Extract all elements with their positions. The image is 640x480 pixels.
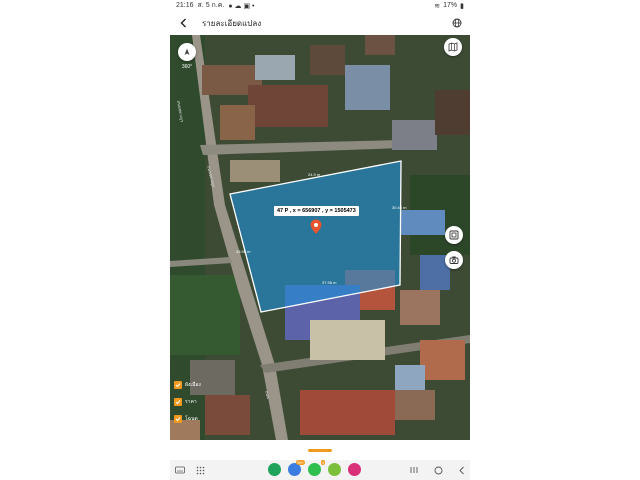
status-bar: 21:16 ส. 5 ก.ค. ● ☁ ▣ • ≋ 17% ▮ — [170, 0, 470, 11]
camera-button[interactable] — [445, 251, 463, 269]
checkbox-checked-icon — [174, 414, 182, 423]
checkbox-checked-icon — [174, 380, 182, 389]
system-navigation-bar: 99+ 4 — [170, 460, 470, 480]
notification-badge: 99+ — [296, 460, 305, 465]
layer-label: โฉนด — [185, 415, 198, 422]
home-button[interactable] — [432, 464, 444, 476]
parcel-edge-label: 30.45 m — [392, 205, 407, 210]
layer-toggle-price[interactable]: ราคา — [174, 396, 234, 407]
page-title: รายละเอียดแปลง — [202, 18, 262, 28]
battery-icon: ▮ — [460, 2, 464, 10]
parcel-edge-label: 43.98 m — [236, 249, 251, 254]
chevron-left-icon — [459, 466, 464, 474]
recent-apps-button[interactable] — [408, 464, 420, 476]
camera-icon — [449, 256, 459, 264]
language-button[interactable] — [450, 16, 464, 30]
sheet-drag-handle[interactable] — [308, 449, 332, 452]
bottom-sheet[interactable] — [170, 440, 470, 460]
status-date: ส. 5 ก.ค. — [197, 2, 225, 9]
notification-icons: ● ☁ ▣ • — [228, 2, 255, 10]
layer-legend: ผังเมือง ราคา โฉนด — [174, 379, 234, 430]
tablet-screen: 21:16 ส. 5 ก.ค. ● ☁ ▣ • ≋ 17% ▮ รายละเอี… — [170, 0, 470, 480]
app-dock: 99+ 4 — [268, 460, 361, 476]
keyboard-button[interactable] — [174, 464, 186, 476]
compass-button[interactable] — [178, 43, 196, 61]
layers-button[interactable] — [445, 226, 463, 244]
blue-app-icon[interactable]: 99+ — [288, 460, 305, 476]
map-app-icon[interactable] — [328, 463, 341, 476]
apps-button[interactable] — [194, 464, 206, 476]
recents-icon — [410, 467, 418, 473]
chat-app-icon[interactable]: 4 — [308, 460, 325, 476]
green-app-icon[interactable] — [268, 463, 281, 476]
layer-toggle-zoning[interactable]: ผังเมือง — [174, 379, 234, 390]
battery-text: 17% — [443, 2, 458, 9]
app-bar: รายละเอียดแปลง — [170, 11, 470, 35]
checkbox-checked-icon — [174, 397, 182, 406]
map-icon — [448, 42, 458, 52]
flower-app-icon[interactable] — [348, 463, 361, 476]
north-arrow-icon — [184, 48, 190, 55]
status-time: 21:16 — [176, 2, 194, 9]
map-type-button[interactable] — [444, 38, 462, 56]
grid-square-icon — [449, 230, 459, 240]
notification-badge: 4 — [320, 460, 325, 465]
chevron-left-icon — [180, 18, 186, 28]
nav-back-button[interactable] — [456, 464, 468, 476]
layer-toggle-deed[interactable]: โฉนด — [174, 413, 234, 424]
layer-label: ผังเมือง — [185, 381, 201, 388]
keyboard-icon — [175, 466, 185, 473]
app-grid-icon — [196, 466, 204, 474]
parcel-coordinate-label: 47 P , x = 656907 , y = 1505473 — [274, 206, 359, 216]
layer-label: ราคา — [185, 398, 197, 405]
back-button[interactable] — [176, 15, 192, 31]
parcel-edge-label: 24.9 m — [308, 172, 321, 177]
home-circle-icon — [434, 466, 442, 474]
satellite-map[interactable]: 360° 47 P , x = 656907 , y = 1505473 24.… — [170, 35, 470, 440]
wifi-icon: ≋ — [434, 2, 441, 10]
globe-icon — [452, 18, 462, 28]
location-pin-icon[interactable] — [309, 219, 323, 235]
compass-degree-label: 360° — [181, 64, 193, 70]
parcel-edge-label: 37.96 m — [322, 280, 337, 285]
